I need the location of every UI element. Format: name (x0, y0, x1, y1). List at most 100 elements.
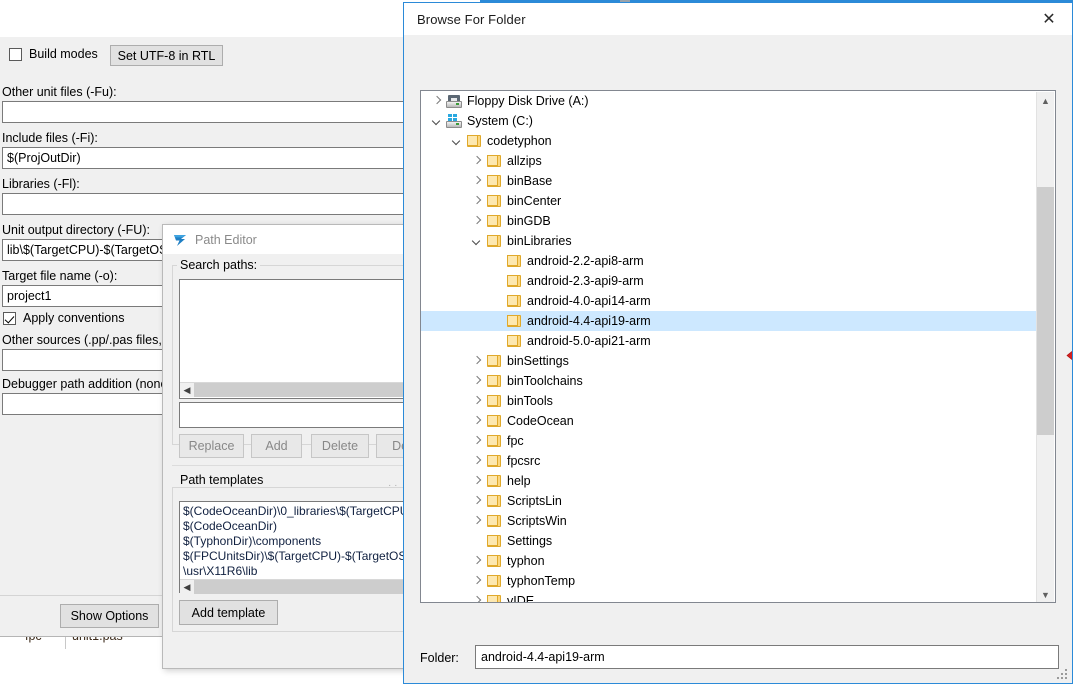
tree-item[interactable]: fpc (421, 431, 1038, 451)
tree-item-label: binSettings (507, 354, 569, 368)
chevron-right-icon[interactable] (469, 151, 485, 171)
path-templates-hscroll-thumb[interactable] (194, 580, 408, 594)
replace-button[interactable]: Replace (179, 434, 244, 458)
search-paths-edit-value (180, 405, 183, 419)
list-item[interactable]: \usr\X11R6\lib (180, 564, 408, 579)
scroll-left-icon[interactable]: ◀ (180, 383, 194, 397)
tree-item[interactable]: typhon (421, 551, 1038, 571)
chevron-right-icon[interactable] (429, 91, 445, 111)
chevron-right-icon[interactable] (469, 211, 485, 231)
tree-item[interactable]: ScriptsLin (421, 491, 1038, 511)
tree-item-label: Floppy Disk Drive (A:) (467, 94, 589, 108)
tree-item[interactable]: android-5.0-api21-arm (421, 331, 1038, 351)
tree-item[interactable]: Settings (421, 531, 1038, 551)
chevron-right-icon[interactable] (469, 171, 485, 191)
folder-icon (465, 131, 483, 151)
folder-name-input[interactable]: android-4.4-api19-arm (475, 645, 1059, 669)
tree-item[interactable]: Floppy Disk Drive (A:) (421, 91, 1038, 111)
folder-tree[interactable]: Floppy Disk Drive (A:) System (C:) codetyp… (420, 90, 1056, 603)
tree-item[interactable]: android-2.3-api9-arm (421, 271, 1038, 291)
tree-item[interactable]: System (C:) (421, 111, 1038, 131)
set-utf8-button[interactable]: Set UTF-8 in RTL (110, 45, 223, 66)
tree-item[interactable]: ScriptsWin (421, 511, 1038, 531)
tree-item-label: android-4.0-api14-arm (527, 294, 651, 308)
folder-tree-scroll-thumb[interactable] (1037, 187, 1054, 435)
list-item[interactable]: $(CodeOceanDir)\0_libraries\$(TargetCPU) (180, 504, 408, 519)
chevron-right-icon[interactable] (469, 351, 485, 371)
folder-icon (505, 311, 523, 331)
tree-item[interactable]: binGDB (421, 211, 1038, 231)
chevron-down-icon[interactable] (449, 131, 465, 151)
folder-tree-items: Floppy Disk Drive (A:) System (C:) codetyp… (421, 91, 1038, 602)
set-utf8-label: Set UTF-8 in RTL (117, 48, 216, 63)
list-item[interactable]: $(CodeOceanDir) (180, 519, 408, 534)
tree-item[interactable]: help (421, 471, 1038, 491)
tree-item[interactable]: binBase (421, 171, 1038, 191)
tree-item[interactable]: allzips (421, 151, 1038, 171)
chevron-right-icon[interactable] (469, 451, 485, 471)
show-options-button[interactable]: Show Options (60, 604, 159, 628)
path-templates-hscrollbar[interactable]: ◀ (180, 579, 408, 594)
chevron-down-icon[interactable]: ▼ (1037, 586, 1054, 602)
tree-item[interactable]: CodeOcean (421, 411, 1038, 431)
bottom-clipped-right: unit1.pas (72, 636, 123, 643)
chevron-right-icon[interactable] (469, 191, 485, 211)
tree-item[interactable]: codetyphon (421, 131, 1038, 151)
close-icon[interactable]: ✕ (1026, 3, 1072, 34)
delete-button[interactable]: Delete (311, 434, 369, 458)
include-files-value: $(ProjOutDir) (7, 151, 81, 165)
folder-icon (485, 351, 503, 371)
tree-item[interactable]: android-4.0-api14-arm (421, 291, 1038, 311)
chevron-right-icon[interactable] (469, 411, 485, 431)
list-item[interactable]: $(TyphonDir)\components (180, 534, 408, 549)
search-paths-edit[interactable] (179, 402, 408, 428)
tree-item[interactable]: android-4.4-api19-arm (421, 311, 1038, 331)
browse-dialog-titlebar[interactable]: Browse For Folder ✕ (404, 3, 1072, 35)
chevron-up-icon[interactable]: ▲ (1037, 92, 1054, 109)
chevron-down-icon[interactable] (429, 111, 445, 131)
chevron-right-icon[interactable] (469, 371, 485, 391)
folder-icon (485, 511, 503, 531)
tree-expander-spacer (489, 291, 505, 311)
search-paths-hscroll-thumb[interactable] (194, 383, 408, 397)
chevron-right-icon[interactable] (469, 571, 485, 591)
chevron-right-icon[interactable] (469, 511, 485, 531)
chevron-right-icon[interactable] (469, 551, 485, 571)
libraries-label: Libraries (-Fl): (2, 177, 80, 191)
search-paths-hscrollbar[interactable]: ◀ (180, 382, 408, 397)
tree-item-label: Settings (507, 534, 553, 548)
chevron-right-icon[interactable] (469, 491, 485, 511)
tree-item-label: typhon (507, 554, 545, 568)
add-template-button[interactable]: Add template (179, 600, 278, 625)
tree-item[interactable]: binLibraries (421, 231, 1038, 251)
tree-item[interactable]: typhonTemp (421, 571, 1038, 591)
search-paths-listbox[interactable] (179, 279, 408, 399)
apply-conventions-checkbox[interactable]: Apply conventions (3, 311, 124, 325)
tree-item[interactable]: binTools (421, 391, 1038, 411)
tree-item[interactable]: binCenter (421, 191, 1038, 211)
tree-item-label: codetyphon (487, 134, 552, 148)
chevron-right-icon[interactable] (469, 431, 485, 451)
tree-item-label: CodeOcean (507, 414, 574, 428)
build-modes-checkbox-box (9, 47, 22, 61)
chevron-right-icon[interactable] (469, 391, 485, 411)
tree-item[interactable]: fpcsrc (421, 451, 1038, 471)
tree-item[interactable]: binToolchains (421, 371, 1038, 391)
resize-grip[interactable] (1057, 669, 1069, 681)
tree-item[interactable]: android-2.2-api8-arm (421, 251, 1038, 271)
path-editor-titlebar[interactable]: Path Editor (163, 225, 408, 254)
list-item[interactable]: $(FPCUnitsDir)\$(TargetCPU)-$(TargetOS) (180, 549, 408, 564)
tree-item-label: binBase (507, 174, 553, 188)
scroll-left-icon[interactable]: ◀ (180, 580, 194, 594)
chevron-down-icon[interactable] (469, 231, 485, 251)
add-button[interactable]: Add (251, 434, 302, 458)
folder-tree-scrollbar[interactable]: ▲ ▼ (1036, 92, 1054, 602)
tree-item[interactable]: vIDE (421, 591, 1038, 602)
tree-expander-spacer (489, 271, 505, 291)
tree-item[interactable]: binSettings (421, 351, 1038, 371)
tree-item-label: fpcsrc (507, 454, 541, 468)
chevron-right-icon[interactable] (469, 591, 485, 602)
chevron-right-icon[interactable] (469, 471, 485, 491)
build-modes-checkbox[interactable]: Build modes (9, 47, 98, 61)
folder-icon (485, 431, 503, 451)
